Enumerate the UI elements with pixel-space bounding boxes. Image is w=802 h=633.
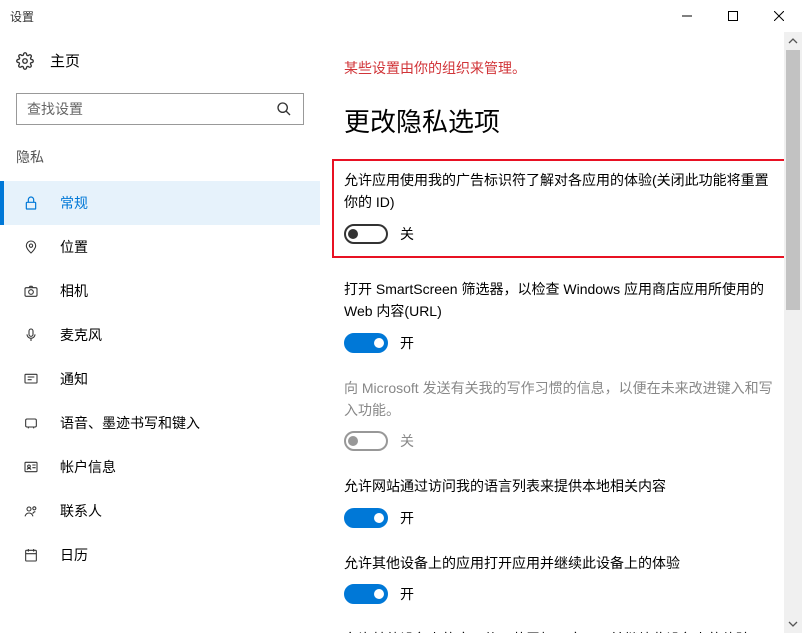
calendar-icon <box>22 546 40 564</box>
sidebar-item-label: 日历 <box>60 545 88 565</box>
title-bar: 设置 <box>0 0 802 32</box>
sidebar-item-camera[interactable]: 相机 <box>0 269 320 313</box>
setting-description: 允许其他设备上的应用使用蓝牙打开应用，并继续此设备上的体验 <box>344 628 776 633</box>
sidebar-item-contacts[interactable]: 联系人 <box>0 489 320 533</box>
sidebar-item-calendar[interactable]: 日历 <box>0 533 320 577</box>
toggle-state-label: 关 <box>400 431 414 451</box>
location-icon <box>22 238 40 256</box>
sidebar-item-label: 帐户信息 <box>60 457 116 477</box>
setting-description: 向 Microsoft 发送有关我的写作习惯的信息，以便在未来改进键入和写入功能… <box>344 377 776 422</box>
camera-icon <box>22 282 40 300</box>
search-input[interactable] <box>16 93 304 125</box>
toggle-state-label: 开 <box>400 508 414 528</box>
toggle-state-label: 关 <box>400 224 414 244</box>
highlighted-setting: 允许应用使用我的广告标识符了解对各应用的体验(关闭此功能将重置你的 ID) 关 <box>332 159 786 258</box>
home-label: 主页 <box>50 50 80 71</box>
page-title: 更改隐私选项 <box>344 102 776 139</box>
policy-managed-notice: 某些设置由你的组织来管理。 <box>344 58 776 78</box>
sidebar-item-speech-inking[interactable]: 语音、墨迹书写和键入 <box>0 401 320 445</box>
close-button[interactable] <box>756 0 802 32</box>
sidebar-item-label: 麦克风 <box>60 325 102 345</box>
window-controls <box>664 0 802 32</box>
toggle-smartscreen[interactable] <box>344 333 388 353</box>
search-input-wrap <box>16 93 304 125</box>
maximize-button[interactable] <box>710 0 756 32</box>
scrollbar-thumb[interactable] <box>786 50 800 310</box>
scroll-up-button[interactable] <box>784 32 802 50</box>
setting-description: 允许应用使用我的广告标识符了解对各应用的体验(关闭此功能将重置你的 ID) <box>344 169 774 214</box>
sidebar-nav: 常规 位置 相机 麦克风 <box>0 181 320 577</box>
window-title: 设置 <box>10 8 34 25</box>
toggle-language-list[interactable] <box>344 508 388 528</box>
account-card-icon <box>22 458 40 476</box>
gear-icon <box>16 52 34 70</box>
toggle-continue-experiences[interactable] <box>344 584 388 604</box>
search-button[interactable] <box>268 93 300 125</box>
setting-description: 打开 SmartScreen 筛选器，以检查 Windows 应用商店应用所使用… <box>344 278 776 323</box>
sidebar-item-label: 位置 <box>60 237 88 257</box>
setting-description: 允许网站通过访问我的语言列表来提供本地相关内容 <box>344 475 776 497</box>
setting-description: 允许其他设备上的应用打开应用并继续此设备上的体验 <box>344 552 776 574</box>
sidebar-item-location[interactable]: 位置 <box>0 225 320 269</box>
toggle-advertising-id[interactable] <box>344 224 388 244</box>
toggle-state-label: 开 <box>400 333 414 353</box>
sidebar-item-microphone[interactable]: 麦克风 <box>0 313 320 357</box>
toggle-state-label: 开 <box>400 584 414 604</box>
sidebar-item-label: 常规 <box>60 193 88 213</box>
scrollbar-track[interactable] <box>784 50 802 615</box>
main-content: 某些设置由你的组织来管理。 更改隐私选项 允许应用使用我的广告标识符了解对各应用… <box>320 32 802 633</box>
microphone-icon <box>22 326 40 344</box>
sidebar-item-label: 通知 <box>60 369 88 389</box>
sidebar-item-account-info[interactable]: 帐户信息 <box>0 445 320 489</box>
sidebar: 主页 隐私 常规 位置 <box>0 32 320 633</box>
notification-icon <box>22 370 40 388</box>
sidebar-item-label: 联系人 <box>60 501 102 521</box>
sidebar-item-general[interactable]: 常规 <box>0 181 320 225</box>
minimize-button[interactable] <box>664 0 710 32</box>
scrollbar[interactable] <box>784 32 802 633</box>
sidebar-item-notifications[interactable]: 通知 <box>0 357 320 401</box>
sidebar-item-label: 相机 <box>60 281 88 301</box>
sidebar-section-label: 隐私 <box>0 139 320 175</box>
contacts-icon <box>22 502 40 520</box>
scroll-down-button[interactable] <box>784 615 802 633</box>
home-nav[interactable]: 主页 <box>0 42 320 79</box>
toggle-typing-info <box>344 431 388 451</box>
lock-icon <box>22 194 40 212</box>
speech-icon <box>22 414 40 432</box>
sidebar-item-label: 语音、墨迹书写和键入 <box>60 413 200 433</box>
